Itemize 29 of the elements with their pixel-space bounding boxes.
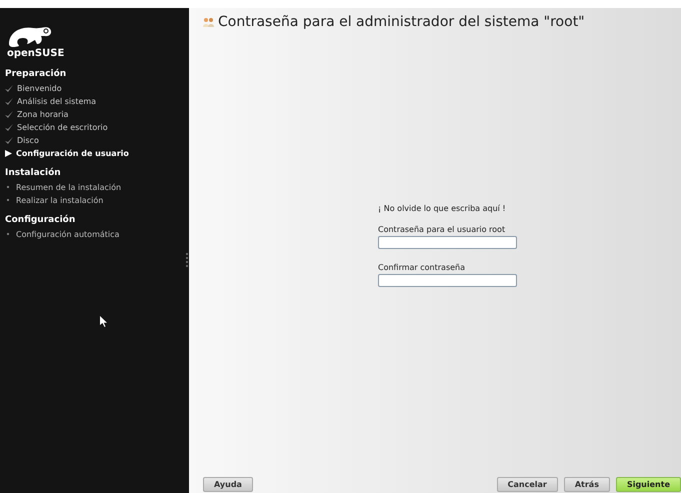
bullet-icon: [5, 197, 12, 204]
mouse-pointer-icon: [100, 316, 108, 327]
bullet-icon: [5, 231, 12, 238]
dialog-button[interactable]: Siguiente: [616, 477, 681, 492]
bullet-icon: [5, 184, 12, 191]
reminder-text: ¡ No olvide lo que escriba aquí !: [378, 204, 506, 213]
step-label: Resumen de la instalación: [16, 182, 122, 194]
users-icon: [203, 17, 214, 27]
section-title: Preparación: [5, 69, 68, 79]
dialog-button[interactable]: Atrás: [564, 477, 610, 492]
logo-text: openSUSE: [7, 48, 64, 59]
step-label: Configuración de usuario: [16, 148, 129, 160]
step-label: Realizar la instalación: [16, 195, 104, 207]
section-title: Configuración: [5, 215, 76, 225]
dialog-button[interactable]: Cancelar: [496, 477, 558, 492]
step-label: Bienvenido: [17, 83, 62, 95]
help-button[interactable]: Ayuda: [203, 477, 253, 492]
step-label: Disco: [17, 135, 39, 147]
password-field[interactable]: [378, 236, 517, 249]
step-label: Selección de escritorio: [17, 122, 108, 134]
field-label: Confirmar contraseña: [378, 263, 466, 272]
page-title: Contraseña para el administrador del sistema "root": [218, 14, 585, 30]
step-label: Análisis del sistema: [17, 96, 96, 108]
triangle-icon: [5, 150, 12, 157]
step-label: Configuración automática: [16, 229, 120, 241]
section-title: Instalación: [5, 168, 62, 178]
step-label: Zona horaria: [17, 109, 68, 121]
password-field[interactable]: [378, 274, 517, 287]
field-label: Contraseña para el usuario root: [378, 225, 506, 234]
